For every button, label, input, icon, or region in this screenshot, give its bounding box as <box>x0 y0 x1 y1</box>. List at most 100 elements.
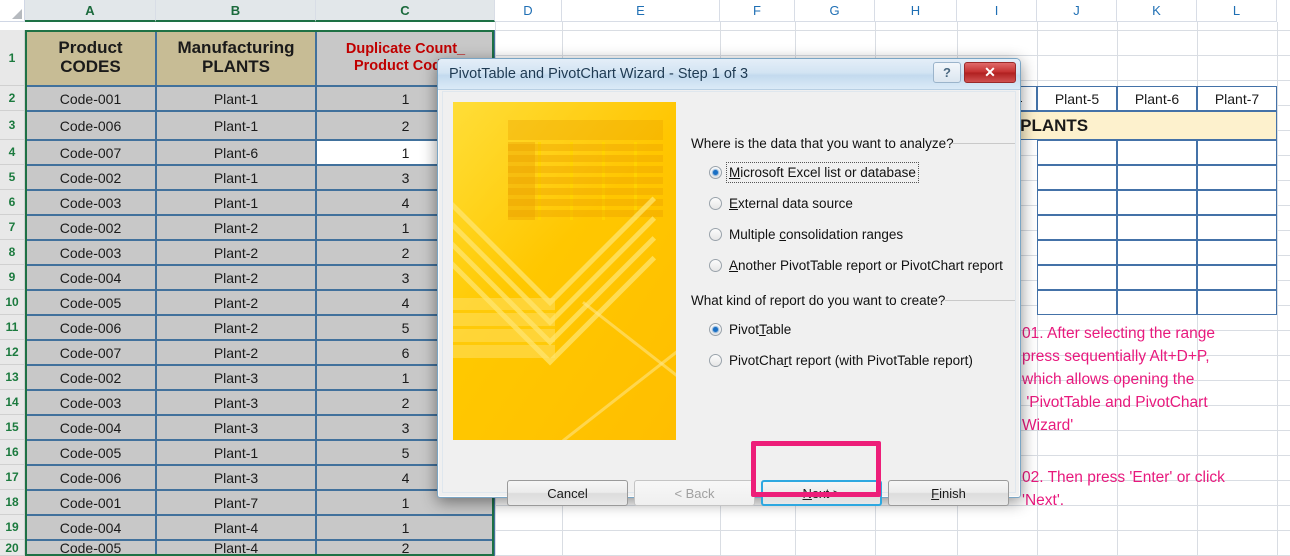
column-header-F[interactable]: F <box>720 0 795 22</box>
row-header-8[interactable]: 8 <box>0 240 25 265</box>
column-header-B[interactable]: B <box>156 0 316 22</box>
cell-count-19[interactable]: 1 <box>316 515 495 540</box>
cell-code-13[interactable]: Code-002 <box>25 365 156 390</box>
radio-pivotchart[interactable]: PivotChart report (with PivotTable repor… <box>709 353 973 368</box>
cell-plant-5[interactable]: Plant-1 <box>156 165 316 190</box>
column-header-L[interactable]: L <box>1197 0 1277 22</box>
column-header-I[interactable]: I <box>957 0 1037 22</box>
column-header-J[interactable]: J <box>1037 0 1117 22</box>
header-cell-manufacturing-plants[interactable]: ManufacturingPLANTS <box>156 30 316 86</box>
cell-code-12[interactable]: Code-007 <box>25 340 156 365</box>
column-header-K[interactable]: K <box>1117 0 1197 22</box>
secondary-table-cell[interactable] <box>1117 290 1197 315</box>
secondary-table-cell[interactable] <box>1197 215 1277 240</box>
cell-plant-11[interactable]: Plant-2 <box>156 315 316 340</box>
cell-plant-19[interactable]: Plant-4 <box>156 515 316 540</box>
radio-multiple-ranges[interactable]: Multiple consolidation ranges <box>709 227 903 242</box>
radio-pivottable[interactable]: PivotTable <box>709 322 791 337</box>
cell-plant-3[interactable]: Plant-1 <box>156 111 316 140</box>
cell-plant-2[interactable]: Plant-1 <box>156 86 316 111</box>
cell-plant-15[interactable]: Plant-3 <box>156 415 316 440</box>
radio-indicator[interactable] <box>709 166 722 179</box>
cell-code-15[interactable]: Code-004 <box>25 415 156 440</box>
radio-indicator[interactable] <box>709 259 722 272</box>
secondary-table-cell[interactable] <box>1197 140 1277 165</box>
secondary-table-cell[interactable] <box>1197 240 1277 265</box>
row-header-4[interactable]: 4 <box>0 140 25 165</box>
column-header-G[interactable]: G <box>795 0 875 22</box>
secondary-table-cell[interactable] <box>1117 240 1197 265</box>
finish-button[interactable]: Finish <box>888 480 1009 506</box>
radio-indicator[interactable] <box>709 228 722 241</box>
radio-another-report[interactable]: Another PivotTable report or PivotChart … <box>709 258 1003 273</box>
cell-plant-9[interactable]: Plant-2 <box>156 265 316 290</box>
row-header-20[interactable]: 20 <box>0 540 25 556</box>
secondary-table-cell[interactable] <box>1117 190 1197 215</box>
cell-plant-10[interactable]: Plant-2 <box>156 290 316 315</box>
cell-code-3[interactable]: Code-006 <box>25 111 156 140</box>
dialog-title-bar[interactable]: PivotTable and PivotChart Wizard - Step … <box>438 59 1020 90</box>
cell-code-5[interactable]: Code-002 <box>25 165 156 190</box>
cell-plant-6[interactable]: Plant-1 <box>156 190 316 215</box>
row-header-1[interactable]: 1 <box>0 30 25 86</box>
secondary-table-header-Plant-7[interactable]: Plant-7 <box>1197 86 1277 111</box>
cell-plant-12[interactable]: Plant-2 <box>156 340 316 365</box>
column-header-D[interactable]: D <box>495 0 562 22</box>
row-header-9[interactable]: 9 <box>0 265 25 290</box>
secondary-table-cell[interactable] <box>1197 290 1277 315</box>
cell-code-17[interactable]: Code-006 <box>25 465 156 490</box>
cell-count-20[interactable]: 2 <box>316 540 495 556</box>
radio-indicator[interactable] <box>709 354 722 367</box>
secondary-table-banner[interactable]: g PLANTS <box>1000 111 1277 140</box>
secondary-table-cell[interactable] <box>1037 140 1117 165</box>
row-header-7[interactable]: 7 <box>0 215 25 240</box>
secondary-table-header-Plant-6[interactable]: Plant-6 <box>1117 86 1197 111</box>
column-header-H[interactable]: H <box>875 0 957 22</box>
row-header-5[interactable]: 5 <box>0 165 25 190</box>
secondary-table-cell[interactable] <box>1117 215 1197 240</box>
row-header-18[interactable]: 18 <box>0 490 25 515</box>
radio-external-source[interactable]: External data source <box>709 196 853 211</box>
cell-plant-14[interactable]: Plant-3 <box>156 390 316 415</box>
row-header-17[interactable]: 17 <box>0 465 25 490</box>
cancel-button[interactable]: Cancel <box>507 480 628 506</box>
row-header-12[interactable]: 12 <box>0 340 25 365</box>
cell-plant-20[interactable]: Plant-4 <box>156 540 316 556</box>
cell-plant-8[interactable]: Plant-2 <box>156 240 316 265</box>
secondary-table-cell[interactable] <box>1117 265 1197 290</box>
row-header-13[interactable]: 13 <box>0 365 25 390</box>
secondary-table-cell[interactable] <box>1117 165 1197 190</box>
cell-plant-17[interactable]: Plant-3 <box>156 465 316 490</box>
radio-indicator[interactable] <box>709 323 722 336</box>
row-header-11[interactable]: 11 <box>0 315 25 340</box>
cell-plant-18[interactable]: Plant-7 <box>156 490 316 515</box>
select-all-corner[interactable] <box>0 0 25 22</box>
row-header-19[interactable]: 19 <box>0 515 25 540</box>
row-header-3[interactable]: 3 <box>0 111 25 140</box>
cell-code-11[interactable]: Code-006 <box>25 315 156 340</box>
row-header-2[interactable]: 2 <box>0 86 25 111</box>
secondary-table-cell[interactable] <box>1197 190 1277 215</box>
row-header-6[interactable]: 6 <box>0 190 25 215</box>
secondary-table-cell[interactable] <box>1037 265 1117 290</box>
secondary-table-cell[interactable] <box>1197 265 1277 290</box>
row-header-15[interactable]: 15 <box>0 415 25 440</box>
secondary-table-header-Plant-5[interactable]: Plant-5 <box>1037 86 1117 111</box>
cell-code-20[interactable]: Code-005 <box>25 540 156 556</box>
cell-code-4[interactable]: Code-007 <box>25 140 156 165</box>
secondary-table-cell[interactable] <box>1037 240 1117 265</box>
secondary-table-cell[interactable] <box>1117 140 1197 165</box>
cell-code-14[interactable]: Code-003 <box>25 390 156 415</box>
help-icon[interactable]: ? <box>933 62 961 83</box>
cell-code-2[interactable]: Code-001 <box>25 86 156 111</box>
secondary-table-cell[interactable] <box>1197 165 1277 190</box>
cell-code-6[interactable]: Code-003 <box>25 190 156 215</box>
cell-code-19[interactable]: Code-004 <box>25 515 156 540</box>
cell-code-16[interactable]: Code-005 <box>25 440 156 465</box>
secondary-table-cell[interactable] <box>1037 190 1117 215</box>
cell-code-7[interactable]: Code-002 <box>25 215 156 240</box>
secondary-table-cell[interactable] <box>1037 215 1117 240</box>
cell-plant-16[interactable]: Plant-1 <box>156 440 316 465</box>
cell-code-8[interactable]: Code-003 <box>25 240 156 265</box>
back-button[interactable]: < Back <box>634 480 755 506</box>
